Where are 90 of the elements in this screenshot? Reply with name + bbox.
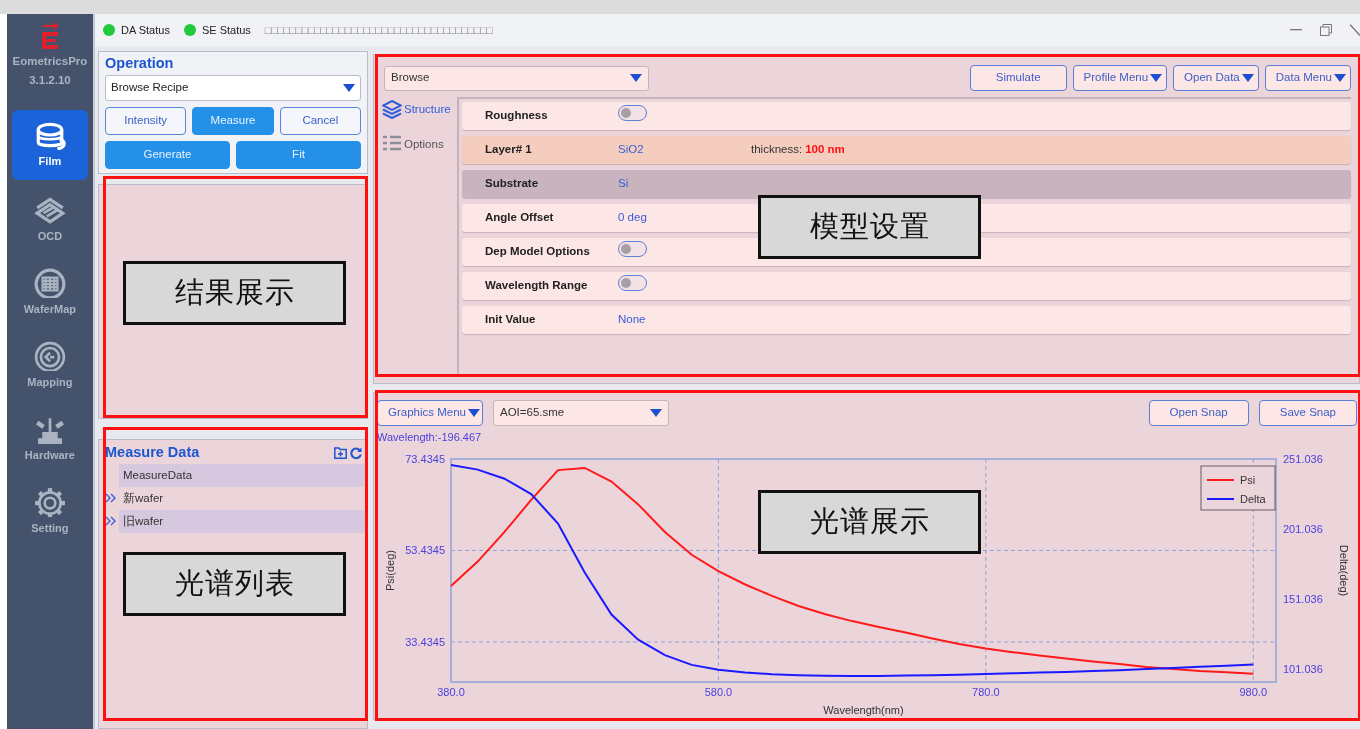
cursor-readout: Wavelength:-196.467 [377, 431, 482, 443]
tick-label: 151.036 [1283, 593, 1323, 605]
nav-item[interactable]: Film [11, 109, 88, 180]
nav-item[interactable]: Hardware [11, 403, 88, 474]
tree-item[interactable]: 新wafer [119, 486, 365, 510]
app-name: EometricsPro [12, 54, 88, 69]
annotation-label: 光谱展示 [758, 490, 981, 554]
action-button[interactable]: Cancel [279, 107, 361, 135]
annotation-label: 结果展示 [123, 261, 346, 325]
mode-dropdown[interactable]: Browse [384, 65, 649, 91]
setting-icon [33, 486, 66, 517]
layers-icon [382, 100, 402, 119]
row-label: Roughness [485, 108, 549, 124]
side-tab[interactable]: Structure [382, 100, 457, 119]
toolbar-button[interactable]: Save Snap [1258, 400, 1357, 426]
property-row[interactable]: Substrate Si [462, 170, 1351, 198]
thickness-value: 100 nm [805, 142, 845, 158]
axis-title: Delta(deg) [1338, 544, 1350, 597]
legend-label: Delta [1240, 493, 1267, 505]
nav-item[interactable]: OCD [11, 184, 88, 255]
toggle-switch[interactable] [618, 241, 647, 258]
action-button[interactable]: Intensity [105, 107, 187, 135]
side-tab[interactable]: Options [382, 135, 457, 154]
file-dropdown[interactable]: AOI=65.sme [493, 400, 669, 426]
mapping-icon [33, 340, 66, 371]
tick-label: 580.0 [704, 686, 733, 698]
refresh-icon[interactable] [350, 446, 362, 459]
toolbar-button[interactable]: Open Data [1173, 65, 1259, 91]
panel-title: Operation [105, 55, 175, 72]
nav-item[interactable]: Mapping [11, 330, 88, 401]
tree-item[interactable]: MeasureData [119, 463, 365, 487]
tick-label: 980.0 [1239, 686, 1268, 698]
row-label: Angle Offset [485, 210, 555, 226]
row-value: None [618, 312, 647, 328]
menu-button[interactable]: Graphics Menu [377, 400, 483, 426]
tree-item[interactable]: 旧wafer [119, 509, 365, 533]
tick-label: 101.036 [1283, 663, 1323, 675]
axis-title: Wavelength(nm) [823, 704, 904, 716]
tick-label: 780.0 [972, 686, 1000, 698]
panel-title: Measure Data [105, 443, 201, 462]
tick-label: 73.4345 [405, 453, 445, 465]
caret-icon [1334, 74, 1346, 82]
tick-label: 380.0 [437, 686, 465, 698]
tick-label: 201.036 [1283, 523, 1323, 535]
toggle-switch[interactable] [618, 105, 647, 122]
expand-icon[interactable] [105, 516, 117, 527]
row-label: Dep Model Options [485, 244, 591, 260]
property-row[interactable]: Layer# 1 SiO2 thickness: 100 nm [462, 136, 1351, 164]
row-label: Wavelength Range [485, 278, 589, 294]
row-label: Substrate [485, 176, 540, 192]
caret-icon [468, 409, 480, 417]
axis-title: Psi(deg) [384, 550, 396, 591]
tick-label: 53.4345 [405, 544, 445, 557]
action-button[interactable]: Measure [192, 107, 274, 135]
row-label: Layer# 1 [485, 142, 533, 158]
toggle-switch[interactable] [618, 275, 647, 292]
row-value: 0 deg [618, 210, 648, 226]
thickness-label: thickness: [751, 142, 803, 158]
close-icon[interactable] [1350, 24, 1360, 36]
nav-item[interactable]: Setting [11, 476, 88, 547]
version-label: 3.1.2.10 [29, 73, 71, 89]
nav-item[interactable]: WaferMap [11, 257, 88, 328]
action-button[interactable]: Generate [105, 141, 230, 169]
tick-label: 33.4345 [405, 636, 445, 648]
toolbar-button[interactable]: Profile Menu [1072, 65, 1168, 91]
status-label: SE Status [201, 22, 251, 38]
expand-icon[interactable] [105, 493, 117, 504]
toolbar-button[interactable]: Data Menu [1264, 65, 1351, 91]
recipe-dropdown[interactable]: Browse Recipe [105, 75, 361, 101]
annotation-label: 模型设置 [758, 195, 981, 259]
caret-icon [343, 84, 355, 92]
add-folder-icon[interactable] [334, 446, 347, 459]
minimize-icon[interactable] [1290, 29, 1302, 31]
caret-icon [630, 74, 642, 82]
wafermap-icon [33, 267, 66, 298]
toolbar-button[interactable]: Open Snap [1148, 400, 1249, 426]
tick-label: 251.036 [1283, 453, 1323, 465]
caret-icon [650, 409, 662, 417]
annotation-label: 光谱列表 [123, 552, 346, 616]
action-button[interactable]: Fit [236, 141, 361, 169]
caret-icon [1150, 74, 1163, 82]
row-label: Init Value [485, 312, 537, 328]
caret-icon [1241, 74, 1254, 82]
toolbar-button[interactable]: Simulate [969, 65, 1067, 91]
row-value: Si [618, 176, 630, 192]
row-value: SiO2 [618, 142, 645, 158]
status-label: DA Status [121, 22, 170, 38]
restore-icon[interactable] [1320, 24, 1332, 36]
window-title: □□□□□□□□□□□□□□□□□□□□□□□□□□□□□□□□□□□□□ [264, 22, 493, 38]
legend-label: Psi [1240, 474, 1256, 486]
